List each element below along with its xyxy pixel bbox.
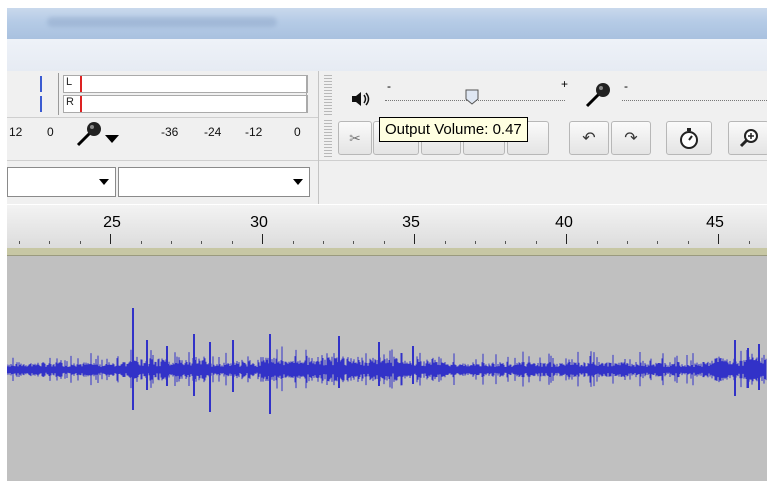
ruler-label: 40 (555, 214, 573, 231)
cut-button[interactable]: ✂ (338, 121, 372, 155)
ruler-major-tick (718, 234, 719, 244)
ruler-minor-tick (80, 241, 81, 244)
ruler-minor-tick (536, 241, 537, 244)
host-dropdown[interactable] (7, 167, 116, 197)
audio-track[interactable] (7, 256, 767, 481)
ruler-minor-tick (49, 241, 50, 244)
ruler-minor-tick (232, 241, 233, 244)
output-volume-tooltip: Output Volume: 0.47 (379, 117, 528, 142)
ruler-minor-tick (201, 241, 202, 244)
title-bar (7, 8, 767, 39)
toolbar-separator (7, 117, 319, 118)
zoom-in-button[interactable] (728, 121, 767, 155)
meter-left-level (80, 76, 82, 92)
toolbar-separator (318, 71, 319, 204)
window-title (47, 17, 277, 27)
device-dropdown[interactable] (118, 167, 310, 197)
meter-left-label: L (66, 76, 73, 88)
ruler-minor-tick (749, 241, 750, 244)
ruler-minor-tick (19, 241, 20, 244)
meter-peak-right (40, 96, 42, 112)
chevron-down-icon (293, 179, 303, 185)
meter-scale-label: -24 (204, 125, 222, 139)
meter-peak-left (40, 76, 42, 92)
timer-record-button[interactable] (666, 121, 712, 155)
waveform (7, 308, 767, 414)
ruler-major-tick (262, 234, 263, 244)
meter-scale-label: -36 (161, 125, 179, 139)
timeline-ruler[interactable]: 25 30 35 40 45 (7, 205, 767, 249)
toolbar-grip[interactable] (324, 120, 332, 157)
chevron-down-icon[interactable] (105, 135, 119, 143)
ruler-minor-tick (293, 241, 294, 244)
toolbar-separator (7, 160, 767, 161)
menu-bar (7, 39, 767, 72)
track-header-strip (7, 248, 767, 256)
meter-right-level (80, 96, 82, 112)
ruler-minor-tick (171, 241, 172, 244)
ruler-minor-tick (323, 241, 324, 244)
ruler-label: 35 (402, 214, 420, 231)
microphone-icon (583, 80, 613, 112)
redo-icon: ↷ (624, 130, 638, 147)
meter-scale-label: 0 (47, 125, 54, 139)
ruler-major-tick (566, 234, 567, 244)
undo-button[interactable]: ↶ (569, 121, 609, 155)
meter-scale-label: 12 (9, 125, 23, 139)
ruler-minor-tick (141, 241, 142, 244)
meter-divider (58, 73, 59, 115)
recording-min-label: - (624, 79, 628, 93)
ruler-major-tick (414, 234, 415, 244)
ruler-label: 45 (706, 214, 724, 231)
ruler-minor-tick (657, 241, 658, 244)
meter-right-label: R (66, 96, 74, 108)
microphone-icon[interactable] (74, 119, 104, 151)
meter-scale-label: 0 (294, 125, 301, 139)
recording-volume-track[interactable] (622, 100, 767, 102)
ruler-minor-tick (353, 241, 354, 244)
ruler-minor-tick (384, 241, 385, 244)
undo-icon: ↶ (582, 130, 596, 147)
ruler-major-tick (110, 234, 111, 244)
ruler-minor-tick (505, 241, 506, 244)
ruler-minor-tick (688, 241, 689, 244)
ruler-minor-tick (627, 241, 628, 244)
waveform-body (7, 346, 767, 392)
ruler-minor-tick (445, 241, 446, 244)
toolbar-grip[interactable] (324, 75, 332, 115)
redo-button[interactable]: ↷ (611, 121, 651, 155)
meter-right-bar[interactable] (63, 95, 308, 113)
meter-end (306, 75, 307, 113)
scissors-icon: ✂ (349, 129, 361, 146)
timer-icon (680, 128, 698, 149)
zoom-in-icon (739, 129, 758, 148)
ruler-label: 25 (103, 214, 121, 231)
ruler-minor-tick (475, 241, 476, 244)
meter-scale-label: -12 (245, 125, 263, 139)
ruler-minor-tick (597, 241, 598, 244)
window-left-edge (0, 0, 7, 481)
ruler-label: 30 (250, 214, 268, 231)
meter-left-bar[interactable] (63, 75, 308, 93)
playback-min-label: - (387, 79, 391, 93)
speaker-icon (350, 89, 372, 109)
chevron-down-icon (99, 179, 109, 185)
playback-max-label: + (561, 77, 569, 91)
playback-volume-slider[interactable] (465, 89, 479, 105)
